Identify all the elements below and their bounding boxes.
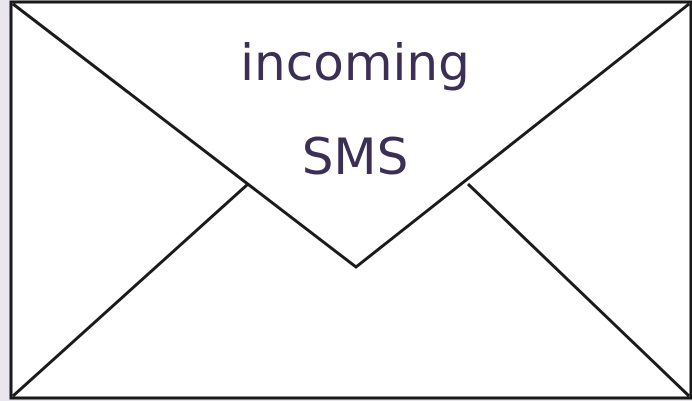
envelope-diagram: incoming SMS xyxy=(0,0,692,401)
envelope-label-line1: incoming xyxy=(240,34,470,92)
envelope-label-line2: SMS xyxy=(301,128,409,186)
